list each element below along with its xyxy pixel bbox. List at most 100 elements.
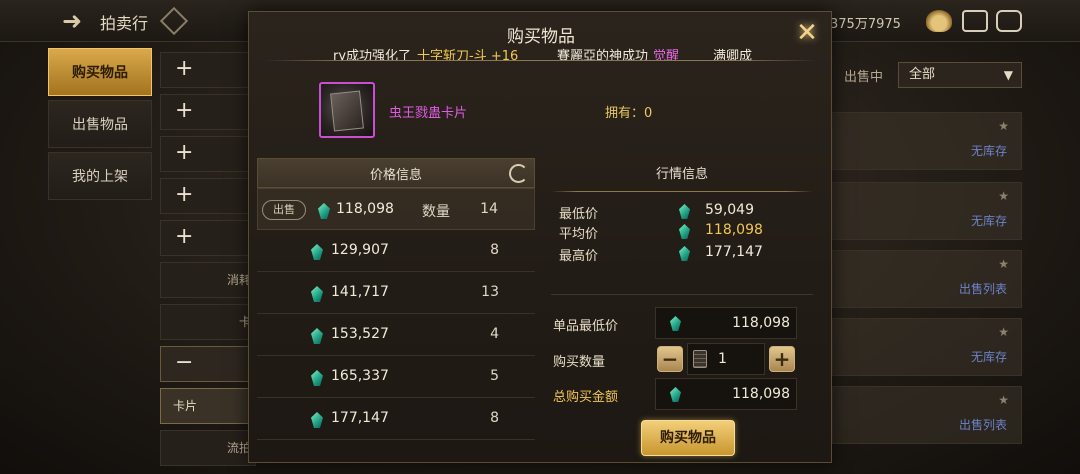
unit-min-price-value: 118,098 [732,315,790,331]
price-row[interactable]: 165,337 5 [257,356,535,398]
market-divider [551,191,813,192]
price-value: 141,717 [331,284,389,300]
category-collapse[interactable]: − [160,346,256,382]
currency-amount: 375万7975 [830,17,901,32]
market-info-panel: 行情信息 [551,162,813,192]
refresh-icon[interactable] [509,164,528,183]
quantity-value: 14 [480,201,498,217]
quantity-value: 5 [490,368,499,384]
item-card-icon[interactable] [319,82,375,138]
unit-min-price-field: 118,098 [655,307,797,339]
list-item[interactable]: ★ 出售列表 [832,386,1022,444]
price-info-panel: 价格信息 出售 118,098 数量 14 129,907 8 141,717 … [257,158,535,442]
star-icon[interactable]: ★ [998,119,1009,133]
stock-status: 无库存 [970,144,1007,158]
announcement-ticker: ry成功强化了 十字斩刀-斗 +16 賽麗亞的神成功 觉醒 满卿成 [265,45,817,61]
price-row[interactable]: 出售 118,098 数量 14 [257,188,535,230]
tab-sell[interactable]: 出售物品 [48,100,152,148]
quantity-value: 8 [490,242,499,258]
gem-icon [311,412,323,428]
category-expand[interactable]: + [160,52,256,88]
price-value: 153,527 [331,326,389,342]
buy-button[interactable]: 购买物品 [641,420,735,456]
category-list: + + + + + 消耗 卡 − 卡片 流拍 [160,52,256,472]
filter-value: 全部 [909,67,936,82]
quantity-value: 8 [490,410,499,426]
gem-icon [679,224,690,239]
star-icon[interactable]: ★ [998,257,1009,271]
gem-icon [311,286,323,302]
owned-count: 拥有：0 [605,106,653,121]
mail-icon[interactable] [962,10,988,32]
price-row[interactable]: 153,527 4 [257,314,535,356]
purchase-qty-label: 购买数量 [553,355,606,370]
min-price-label: 最低价 [559,207,599,222]
chat-icon[interactable] [996,10,1022,32]
filter-select[interactable]: 全部 ▼ [898,62,1022,88]
calculator-icon[interactable] [693,350,707,368]
max-price-label: 最高价 [559,249,599,264]
category-expand[interactable]: + [160,94,256,130]
min-price-value: 59,049 [705,202,754,218]
gem-icon [670,316,681,331]
total-price-field: 118,098 [655,378,797,410]
quantity-value: 13 [481,284,499,300]
diamond-icon [159,6,189,36]
star-icon[interactable]: ★ [998,325,1009,339]
unit-min-price-label: 单品最低价 [553,319,619,334]
sell-tag: 出售 [262,200,306,220]
tab-my-listings[interactable]: 我的上架 [48,152,152,200]
ticker-awaken: 觉醒 [653,49,680,61]
star-icon[interactable]: ★ [998,189,1009,203]
quantity-label: 数量 [422,204,450,220]
category-consumable[interactable]: 消耗 [160,262,256,298]
category-expired[interactable]: 流拍 [160,430,256,466]
category-expand[interactable]: + [160,220,256,256]
gem-icon [318,203,330,219]
ticker-text: 賽麗亞的神成功 [557,49,649,61]
back-arrow-icon[interactable]: ➜ [62,8,92,34]
qty-value: 1 [718,351,727,367]
ticker-item: 十字斩刀-斗 +16 [417,49,519,61]
stock-status: 无库存 [970,214,1007,228]
category-card-selected[interactable]: 卡片 [160,388,256,424]
card-image-icon [330,90,364,132]
gem-icon [679,204,690,219]
ticker-text: 满卿成 [713,49,753,61]
market-info-header: 行情信息 [551,162,813,192]
category-expand[interactable]: + [160,178,256,214]
buy-item-modal: 购买物品 ✕ ry成功强化了 十字斩刀-斗 +16 賽麗亞的神成功 觉醒 满卿成… [248,11,832,463]
list-item[interactable]: ★ 无库存 [832,318,1022,376]
category-card[interactable]: 卡 [160,304,256,340]
list-item[interactable]: ★ 出售列表 [832,250,1022,308]
side-tabs: 购买物品 出售物品 我的上架 [48,48,152,204]
market-info-title: 行情信息 [655,167,708,182]
tab-buy[interactable]: 购买物品 [48,48,152,96]
decrease-qty-button[interactable]: − [657,346,683,372]
price-row[interactable]: 177,147 8 [257,398,535,440]
item-name: 虫王戮蛊卡片 [389,106,468,121]
avg-price-label: 平均价 [559,227,599,242]
gem-icon [679,246,690,261]
price-value: 165,337 [331,368,389,384]
max-price-value: 177,147 [705,244,763,260]
price-value: 177,147 [331,410,389,426]
price-info-header: 价格信息 [257,158,535,188]
price-row[interactable]: 129,907 8 [257,230,535,272]
category-expand[interactable]: + [160,136,256,172]
quantity-value: 4 [490,326,499,342]
star-icon[interactable]: ★ [998,393,1009,407]
title-divider [265,60,817,61]
list-item[interactable]: ★ 无库存 [832,182,1022,240]
price-value: 129,907 [331,242,389,258]
price-info-title: 价格信息 [369,167,422,183]
money-bag-icon[interactable] [926,10,952,32]
gem-icon [311,370,323,386]
gem-icon [311,328,323,344]
price-row[interactable]: 141,717 13 [257,272,535,314]
modal-title: 购买物品 [507,27,575,47]
stock-status: 出售列表 [958,418,1007,432]
list-item[interactable]: ★ 无库存 [832,112,1022,170]
sell-filter-label: 出售中 [844,70,884,85]
increase-qty-button[interactable]: + [769,346,795,372]
